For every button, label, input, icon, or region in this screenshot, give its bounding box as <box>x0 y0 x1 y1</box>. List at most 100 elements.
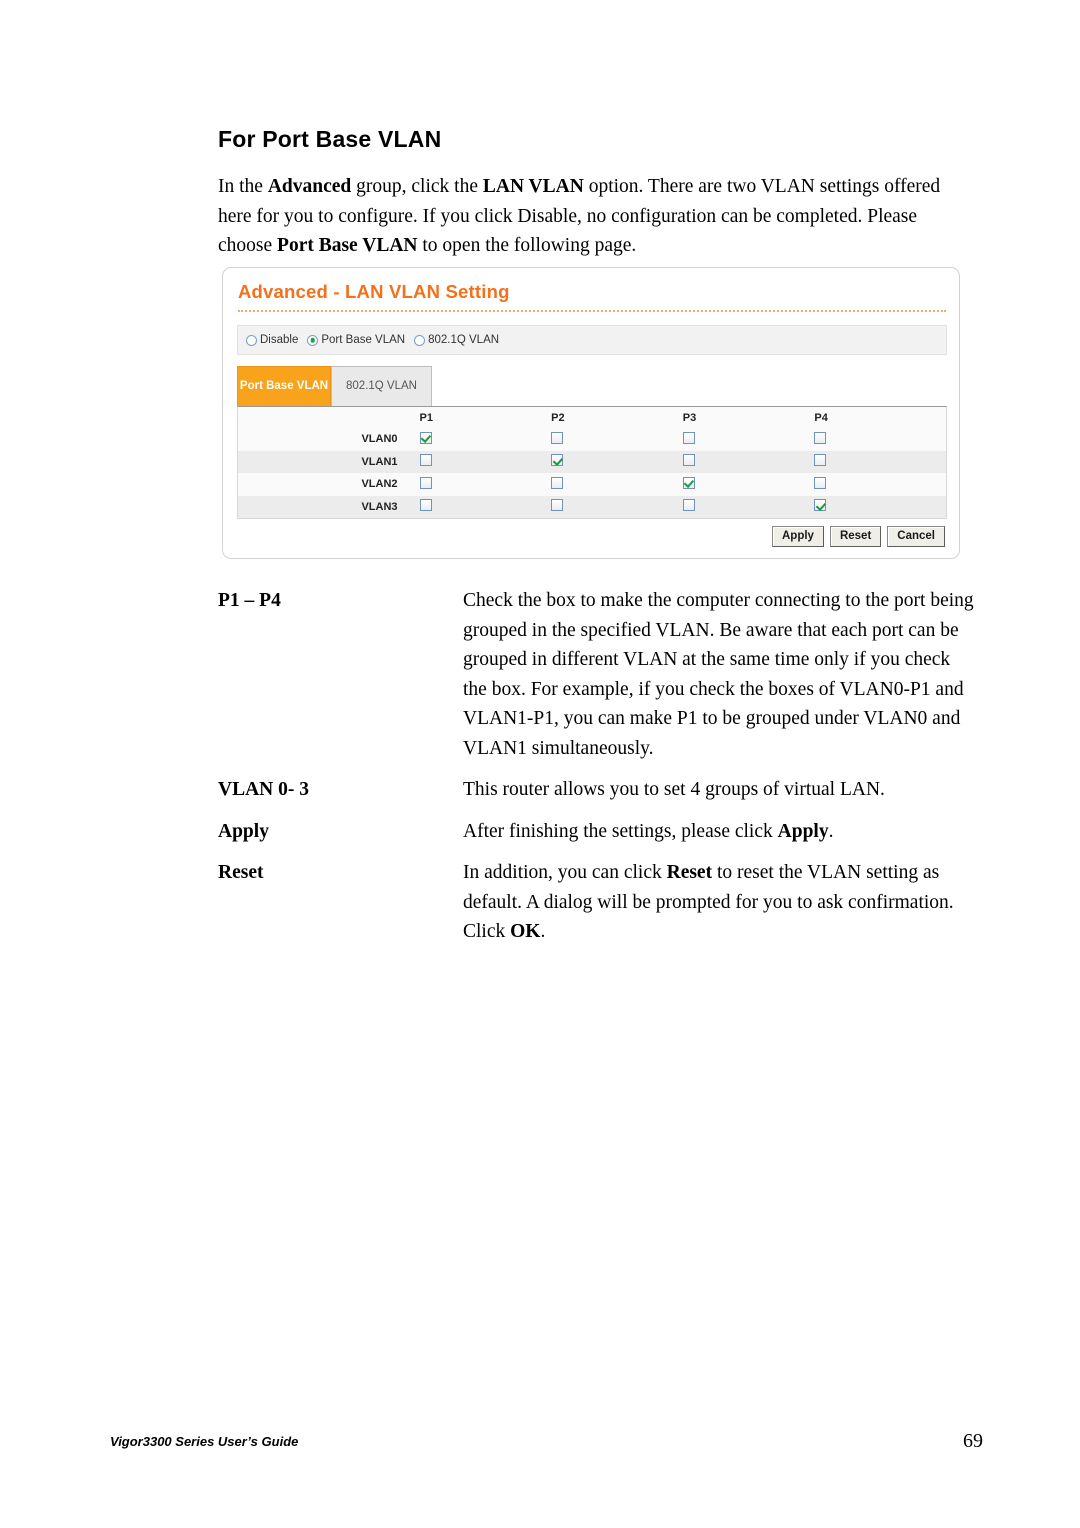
cell-vlan2-p2 <box>551 476 683 492</box>
body-text: In addition, you can click <box>463 862 667 883</box>
checkbox-vlan0-p3[interactable] <box>682 431 695 444</box>
vlan-mode-radio-group[interactable]: Disable Port Base VLAN 802.1Q VLAN <box>237 325 947 355</box>
emphasis-text: Advanced <box>267 176 352 197</box>
tab-port-base-vlan[interactable]: Port Base VLAN <box>237 366 331 406</box>
table-row: VLAN3 <box>238 495 946 518</box>
definition-row: P1 – P4 Check the box to make the compute… <box>218 586 978 763</box>
reset-button[interactable]: Reset <box>829 526 882 547</box>
emphasis-text: Port Base VLAN <box>277 235 418 256</box>
row-label-vlan1: VLAN1 <box>361 455 398 468</box>
column-header-p3: P3 <box>682 411 697 424</box>
apply-button[interactable]: Apply <box>772 526 824 547</box>
body-text: In the <box>218 176 268 197</box>
definition-term: VLAN 0- 3 <box>218 779 309 800</box>
tab-802-1q-vlan[interactable]: 802.1Q VLAN <box>331 366 432 406</box>
cell-vlan0-p3 <box>682 431 815 447</box>
cell-vlan0-p1 <box>419 431 552 447</box>
title-divider <box>238 310 946 312</box>
cell-vlan0-p2 <box>551 431 683 447</box>
definition-description: This router allows you to set 4 groups o… <box>463 775 978 805</box>
table-row: VLAN2 <box>238 473 946 496</box>
definition-row: Reset In addition, you can click Reset to… <box>218 858 978 947</box>
cell-vlan3-p3 <box>682 499 815 514</box>
checkbox-vlan3-p4[interactable] <box>814 499 827 512</box>
checkbox-vlan1-p4[interactable] <box>814 454 827 467</box>
table-row: VLAN1 <box>238 450 946 473</box>
cell-vlan0-p4 <box>814 431 946 447</box>
vlan-tabs[interactable]: Port Base VLAN 802.1Q VLAN <box>237 366 432 406</box>
definition-description: After finishing the settings, please cli… <box>463 817 978 847</box>
column-header-p4: P4 <box>814 411 828 424</box>
table-row: VLAN0 <box>238 428 946 451</box>
emphasis-text: Apply <box>777 820 829 842</box>
body-text: to open the following page. <box>417 235 637 256</box>
body-text: . <box>828 820 834 842</box>
radio-option-label: 802.1Q VLAN <box>428 334 500 346</box>
radio-option-label: Port Base VLAN <box>321 334 406 346</box>
footer-guide-name: Vigor3300 Series User’s Guide <box>110 1434 299 1449</box>
checkbox-vlan2-p2[interactable] <box>551 476 564 489</box>
checkbox-vlan3-p1[interactable] <box>419 499 432 512</box>
cell-vlan3-p4 <box>814 499 946 514</box>
footer-page-number: 69 <box>963 1430 983 1452</box>
body-text: This router allows you to set 4 groups o… <box>463 779 885 800</box>
checkbox-vlan1-p1[interactable] <box>419 454 432 467</box>
checkbox-vlan1-p3[interactable] <box>682 454 695 467</box>
body-text: After finishing the settings, please cli… <box>463 820 778 842</box>
definition-description: In addition, you can click Reset to rese… <box>463 858 978 947</box>
body-text: group, click the <box>351 176 483 197</box>
cell-vlan1-p2 <box>551 454 683 469</box>
checkbox-vlan0-p2[interactable] <box>551 431 564 444</box>
intro-paragraph: In the Advanced group, click the LAN VLA… <box>218 172 970 261</box>
checkbox-vlan3-p3[interactable] <box>682 499 695 512</box>
port-base-vlan-table: P1 P2 P3 P4 VLAN0 VLAN1 VLAN2 VLAN3 <box>237 406 947 519</box>
cell-vlan1-p1 <box>419 454 552 469</box>
tab-label: 802.1Q VLAN <box>346 380 417 392</box>
radio-option-disable[interactable]: Disable <box>246 334 298 346</box>
emphasis-text: OK <box>510 921 541 942</box>
radio-option-label: Disable <box>260 334 299 346</box>
cell-vlan3-p2 <box>551 499 683 514</box>
cancel-button[interactable]: Cancel <box>887 526 945 547</box>
cell-vlan2-p4 <box>814 476 946 492</box>
definition-row: VLAN 0- 3 This router allows you to set 4… <box>218 775 978 805</box>
field-description-list: P1 – P4 Check the box to make the compute… <box>218 586 978 959</box>
cell-vlan2-p3 <box>682 476 815 492</box>
checkbox-vlan2-p1[interactable] <box>419 476 432 489</box>
row-label-vlan0: VLAN0 <box>361 433 398 446</box>
column-header-p2: P2 <box>551 411 565 424</box>
checkbox-vlan2-p3[interactable] <box>682 476 695 489</box>
radio-option-port-base-vlan[interactable]: Port Base VLAN <box>307 334 405 346</box>
column-header-p1: P1 <box>419 411 433 424</box>
emphasis-text: Reset <box>666 862 713 883</box>
radio-button-icon[interactable] <box>414 334 426 346</box>
definition-row: Apply After finishing the settings, pleas… <box>218 817 978 847</box>
router-action-buttons: Apply Reset Cancel <box>772 526 945 547</box>
definition-term: P1 – P4 <box>218 590 281 611</box>
cell-vlan3-p1 <box>419 499 552 514</box>
radio-button-icon[interactable] <box>307 334 319 346</box>
body-text: Check the box to make the computer conne… <box>463 590 974 759</box>
checkbox-vlan2-p4[interactable] <box>814 476 827 489</box>
row-label-vlan3: VLAN3 <box>361 500 398 513</box>
body-text: . <box>540 921 546 942</box>
definition-description: Check the box to make the computer conne… <box>463 586 978 763</box>
cell-vlan1-p3 <box>682 454 815 469</box>
checkbox-vlan0-p4[interactable] <box>814 431 827 444</box>
radio-option-802-1q-vlan[interactable]: 802.1Q VLAN <box>414 334 499 346</box>
cell-vlan1-p4 <box>814 454 946 469</box>
tab-label: Port Base VLAN <box>239 380 329 392</box>
page-title: For Port Base VLAN <box>218 126 442 152</box>
router-ui-screenshot: Advanced - LAN VLAN Setting Disable Port … <box>222 267 960 559</box>
router-panel-title: Advanced - LAN VLAN Setting <box>238 281 510 302</box>
cell-vlan2-p1 <box>419 476 552 492</box>
table-header-row: P1 P2 P3 P4 <box>238 407 946 428</box>
checkbox-vlan1-p2[interactable] <box>551 454 564 467</box>
definition-term: Apply <box>218 820 269 842</box>
checkbox-vlan3-p2[interactable] <box>551 499 564 512</box>
definition-term: Reset <box>218 862 264 883</box>
row-label-vlan2: VLAN2 <box>361 478 398 491</box>
radio-button-icon[interactable] <box>246 334 257 346</box>
checkbox-vlan0-p1[interactable] <box>419 431 432 444</box>
emphasis-text: LAN VLAN <box>482 176 584 197</box>
